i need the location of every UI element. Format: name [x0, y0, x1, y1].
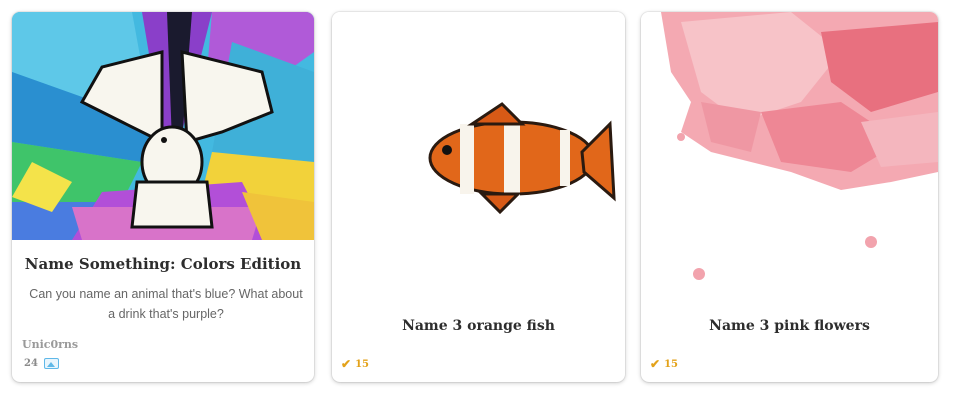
card-score-value: 15 — [664, 358, 678, 370]
card-pink-flowers[interactable]: Name 3 pink flowers ✔ 15 — [641, 12, 938, 382]
card-thumbnail-dove — [12, 12, 314, 240]
card-title[interactable]: Name Something: Colors Edition — [12, 255, 314, 273]
card-thumbnail-clownfish — [332, 12, 625, 312]
card-title[interactable]: Name 3 orange fish — [332, 318, 625, 334]
card-description: Can you name an animal that's blue? What… — [29, 287, 303, 321]
card-colors-edition[interactable]: Name Something: Colors Edition Can you n… — [12, 12, 314, 382]
card-score: ✔ 15 — [650, 357, 678, 371]
image-count-value: 24 — [24, 358, 38, 369]
image-icon — [43, 358, 59, 369]
card-title[interactable]: Name 3 pink flowers — [641, 318, 938, 334]
card-score-value: 15 — [355, 358, 369, 370]
card-author[interactable]: Unic0rns — [22, 338, 78, 351]
check-icon: ✔ — [650, 357, 661, 371]
image-count: 24 — [24, 358, 59, 369]
check-icon: ✔ — [341, 357, 352, 371]
card-orange-fish[interactable]: Name 3 orange fish ✔ 15 — [332, 12, 625, 382]
card-thumbnail-pink-flowers — [641, 12, 938, 312]
card-score: ✔ 15 — [341, 357, 369, 371]
